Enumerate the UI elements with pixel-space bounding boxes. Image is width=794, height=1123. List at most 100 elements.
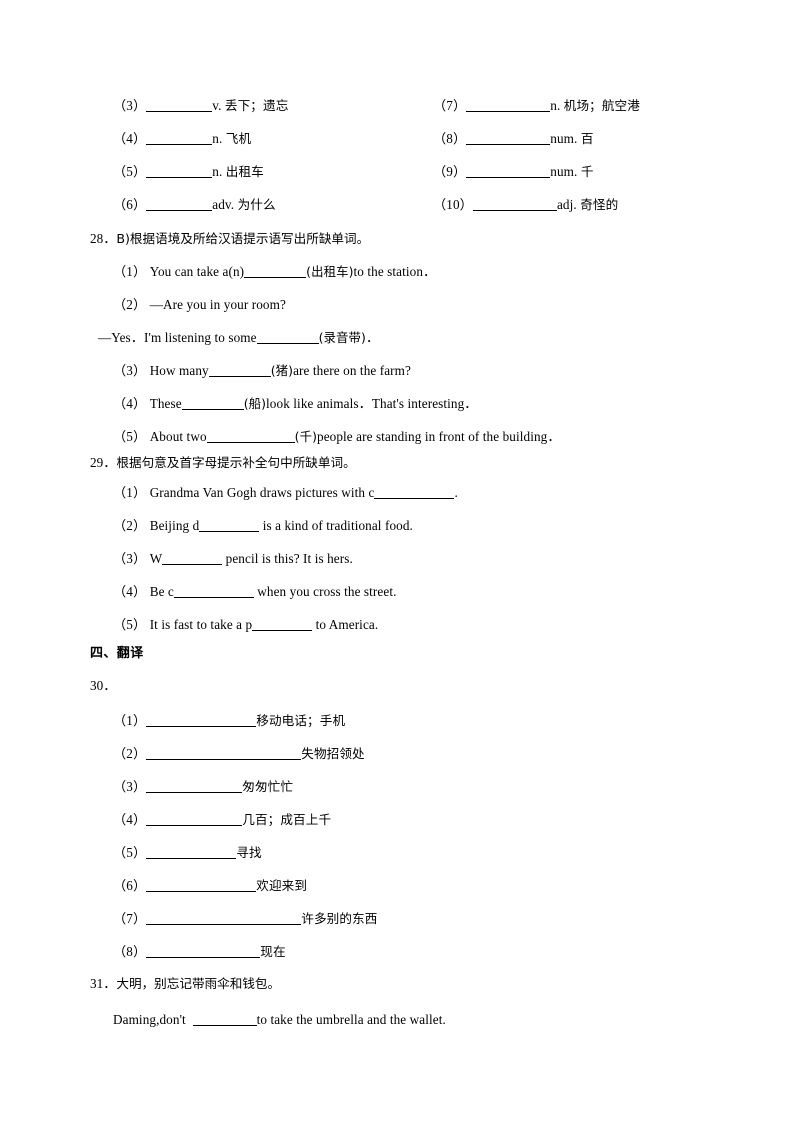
item-hint: (猪) [270,363,294,378]
answer-blank[interactable] [466,165,551,179]
item-post-text: people are standing in front of the buil… [317,429,561,444]
q30-item: （7） 许多别的东西 [113,911,377,927]
item-index: （3） [113,363,147,378]
answer-blank[interactable] [146,747,302,761]
q30-item: （2） 失物招领处 [113,746,365,762]
answer-blank[interactable] [146,780,243,794]
item-index: （5） [113,429,147,444]
item-answer-meaning: 寻找 [236,845,262,860]
vocab-index: （4） [113,131,147,146]
item-index: （5） [113,845,147,860]
vocab-index: （9） [433,164,467,179]
item-pre-text: You can take a(n) [149,264,245,279]
item-answer-meaning: 现在 [260,944,286,959]
answer-blank[interactable] [192,1013,257,1027]
item-index: （4） [113,584,147,599]
question-28-heading: 28．B)根据语境及所给汉语提示语写出所缺单词。 [90,231,369,247]
part-of-speech: n. [212,131,223,146]
answer-blank[interactable] [256,331,319,345]
item-pre-text: Grandma Van Gogh draws pictures with c [149,485,375,500]
section-four-title: 四、翻译 [90,646,144,661]
item-hint: (船) [243,396,267,411]
q30-item: （5） 寻找 [113,845,262,861]
part-of-speech: num. [550,164,578,179]
q30-item: （6） 欢迎来到 [113,878,307,894]
vocab-item: （6） adv. 为什么 [113,197,276,213]
answer-blank[interactable] [162,552,223,566]
item-post-text: . [454,485,458,500]
answer-blank[interactable] [146,714,257,728]
q29-item: （2） Beijing d is a kind of traditional f… [113,518,413,534]
answer-blank[interactable] [466,132,551,146]
q28-item: （4） These (船)look like animals．That's int… [113,396,478,412]
answer-blank[interactable] [208,364,271,378]
q28-item-continuation: —Yes．I'm listening to some (录音带)． [98,330,379,346]
answer-blank[interactable] [466,99,551,113]
vocab-item: （9） num. 千 [433,164,594,180]
q30-item: （4） 几百；成百上千 [113,812,331,828]
item-pre-text: These [149,396,182,411]
item-pre-text: It is fast to take a p [149,617,253,632]
question-31-number: 31． [90,976,117,991]
vocab-item: （7） n. 机场；航空港 [433,98,640,114]
item-answer-meaning: 许多别的东西 [301,911,378,926]
worksheet-page: （3） v. 丢下；遗忘 （4） n. 飞机 （5） n. 出租车 （6） adv. 为… [0,0,794,1123]
answer-blank[interactable] [146,879,257,893]
q30-item: （1） 移动电话；手机 [113,713,345,729]
vocab-item: （8） num. 百 [433,131,594,147]
item-index: （6） [113,878,147,893]
vocab-index: （3） [113,98,147,113]
answer-blank[interactable] [146,813,243,827]
q30-item: （3） 匆匆忙忙 [113,779,293,795]
answer-blank[interactable] [472,198,557,212]
answer-blank[interactable] [252,618,313,632]
item-pre-text: Daming,don't [113,1012,190,1027]
answer-blank[interactable] [199,519,260,533]
question-29-number: 29． [90,455,117,470]
question-30-heading: 30． [90,678,116,694]
q29-item: （4） Be c when you cross the street. [113,584,397,600]
question-30-number: 30． [90,678,117,693]
item-pre-text: —Yes．I'm listening to some [98,330,257,345]
vocab-item: （3） v. 丢下；遗忘 [113,98,288,114]
q28-item: （3） How many (猪)are there on the farm? [113,363,411,379]
answer-blank[interactable] [146,132,213,146]
item-pre-text: About two [149,429,207,444]
part-of-speech: adv. [212,197,235,212]
item-hint: (千) [294,429,317,444]
q31-answer-line: Daming,don't to take the umbrella and th… [113,1012,446,1028]
q28-item: （1） You can take a(n) (出租车)to the station… [113,264,436,280]
answer-blank[interactable] [146,912,302,926]
vocab-meaning: 奇怪的 [580,197,619,212]
question-28-number: 28． [90,231,117,246]
item-post-text: is a kind of traditional food. [259,518,413,533]
answer-blank[interactable] [146,99,213,113]
item-index: （3） [113,779,147,794]
item-hint: (出租车) [306,264,354,279]
item-hint: (录音带) [318,330,366,345]
q29-item: （1） Grandma Van Gogh draws pictures with… [113,485,458,501]
item-pre-text: W [149,551,163,566]
question-31-heading: 31．大明，别忘记带雨伞和钱包。 [90,976,280,992]
item-post-text: are there on the farm? [293,363,411,378]
item-index: （1） [113,264,147,279]
answer-blank[interactable] [244,265,307,279]
answer-blank[interactable] [146,198,213,212]
answer-blank[interactable] [146,945,261,959]
vocab-meaning: 为什么 [237,197,276,212]
part-of-speech: adj. [556,197,577,212]
answer-blank[interactable] [181,397,244,411]
part-of-speech: num. [550,131,578,146]
answer-blank[interactable] [374,486,455,500]
item-post-text: to the station． [353,264,437,279]
answer-blank[interactable] [206,430,295,444]
answer-blank[interactable] [173,585,254,599]
item-post-text: when you cross the street. [253,584,397,599]
answer-blank[interactable] [146,846,237,860]
q28-item: （5） About two (千)people are standing in f… [113,429,561,445]
item-index: （8） [113,944,147,959]
answer-blank[interactable] [146,165,213,179]
item-index: （3） [113,551,147,566]
item-post-text: to take the umbrella and the wallet. [256,1012,446,1027]
item-index: （4） [113,396,147,411]
